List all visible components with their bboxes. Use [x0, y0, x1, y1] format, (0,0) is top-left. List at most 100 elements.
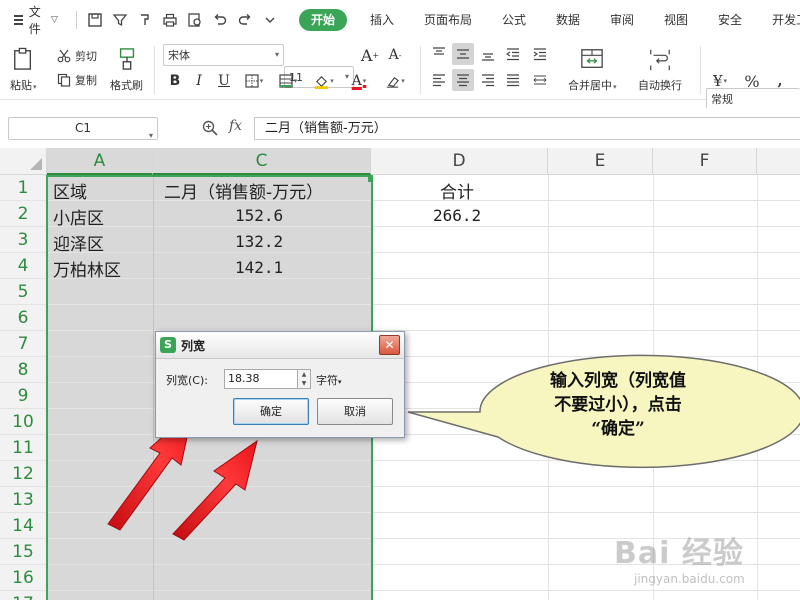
- column-width-input[interactable]: 18.38: [224, 369, 298, 389]
- row-header-16[interactable]: 16: [0, 565, 47, 591]
- tab-data[interactable]: 数据: [541, 9, 595, 31]
- currency-symbol: ¥: [712, 72, 723, 90]
- percent-button[interactable]: %: [740, 69, 764, 93]
- unit-select[interactable]: 字符▾: [316, 372, 342, 388]
- thousands-separator-icon[interactable]: ,: [768, 69, 792, 93]
- close-icon[interactable]: ✕: [379, 335, 400, 355]
- cell-d1[interactable]: 合计: [440, 178, 474, 203]
- spin-down-icon[interactable]: ▼: [298, 379, 310, 388]
- cell-c2[interactable]: 152.6: [235, 206, 283, 225]
- row-header-5[interactable]: 5: [0, 279, 47, 305]
- font-name-select[interactable]: 宋体 ▾: [163, 44, 284, 66]
- tab-developer[interactable]: 开发工具: [757, 9, 800, 31]
- column-header-f[interactable]: F: [653, 148, 757, 175]
- tab-home[interactable]: 开始: [298, 9, 347, 31]
- copy-button[interactable]: 复制: [57, 70, 97, 90]
- column-header-g[interactable]: [757, 148, 800, 175]
- row-header-1[interactable]: 1: [0, 175, 47, 201]
- cell-a1[interactable]: 区域: [53, 178, 87, 203]
- row-header-11[interactable]: 11: [0, 435, 47, 461]
- distributed-icon[interactable]: [529, 69, 551, 91]
- justify-icon[interactable]: [502, 69, 524, 91]
- column-header-d[interactable]: D: [371, 148, 548, 175]
- underline-button[interactable]: U: [212, 69, 236, 93]
- cell-c4[interactable]: 142.1: [235, 258, 283, 277]
- merge-center-button[interactable]: 合并居中▾: [568, 45, 617, 93]
- tab-formulas[interactable]: 公式: [487, 9, 541, 31]
- filter-icon[interactable]: [110, 10, 131, 31]
- tab-insert[interactable]: 插入: [355, 9, 409, 31]
- row-header-13[interactable]: 13: [0, 487, 47, 513]
- row-header-8[interactable]: 8: [0, 357, 47, 383]
- row-header-4[interactable]: 4: [0, 253, 47, 279]
- indent-decrease-icon[interactable]: [502, 43, 524, 65]
- paste-button[interactable]: 粘贴▾: [10, 45, 37, 93]
- zoom-icon[interactable]: [202, 120, 218, 136]
- cell-d2[interactable]: 266.2: [433, 206, 481, 225]
- cancel-button[interactable]: 取消: [317, 398, 393, 425]
- tab-review[interactable]: 审阅: [595, 9, 649, 31]
- align-center-icon[interactable]: [452, 69, 474, 91]
- font-color-icon[interactable]: A ▾: [347, 69, 371, 93]
- fx-icon[interactable]: fx: [229, 118, 242, 134]
- column-header-c[interactable]: C: [153, 148, 371, 175]
- row-header-3[interactable]: 3: [0, 227, 47, 253]
- align-top-icon[interactable]: [428, 43, 450, 65]
- column-width-spinner[interactable]: ▲ ▼: [297, 369, 311, 389]
- undo-icon[interactable]: [210, 10, 231, 31]
- tab-security[interactable]: 安全: [703, 9, 757, 31]
- tab-view[interactable]: 视图: [649, 9, 703, 31]
- row-header-9[interactable]: 9: [0, 383, 47, 409]
- fill-pattern-icon[interactable]: ▾: [276, 69, 300, 93]
- more-dropdown-icon[interactable]: [260, 10, 281, 31]
- paste-icon: [10, 45, 36, 73]
- fill-color-icon[interactable]: ▾: [312, 69, 336, 93]
- select-all-corner[interactable]: [0, 148, 47, 175]
- row-header-6[interactable]: 6: [0, 305, 47, 331]
- print-icon[interactable]: [160, 10, 181, 31]
- format-painter-button[interactable]: 格式刷: [110, 45, 143, 93]
- dialog-title-bar[interactable]: S 列宽 ✕: [156, 332, 404, 359]
- italic-button[interactable]: I: [187, 69, 211, 93]
- file-menu[interactable]: 文件 ▽: [14, 5, 58, 36]
- row-header-14[interactable]: 14: [0, 513, 47, 539]
- cell-a4[interactable]: 万柏林区: [53, 256, 121, 281]
- row-header-7[interactable]: 7: [0, 331, 47, 357]
- row-header-10[interactable]: 10: [0, 409, 47, 435]
- align-left-icon[interactable]: [428, 69, 450, 91]
- row-header-15[interactable]: 15: [0, 539, 47, 565]
- decrease-font-icon[interactable]: A-: [383, 43, 407, 67]
- border-icon[interactable]: ▾: [242, 69, 266, 93]
- grid-line: [47, 200, 800, 201]
- redo-icon[interactable]: [235, 10, 256, 31]
- format-painter-small-icon[interactable]: [135, 10, 156, 31]
- row-header-2[interactable]: 2: [0, 201, 47, 227]
- cell-a3[interactable]: 迎泽区: [53, 230, 104, 255]
- print-preview-icon[interactable]: [185, 10, 206, 31]
- cell-c1[interactable]: 二月（销售额-万元）: [164, 178, 323, 203]
- cut-button[interactable]: 剪切: [57, 46, 97, 66]
- align-bottom-icon[interactable]: [477, 43, 499, 65]
- row-header-17[interactable]: 17: [0, 591, 47, 600]
- wrap-text-button[interactable]: 自动换行: [638, 45, 682, 93]
- indent-increase-icon[interactable]: [529, 43, 551, 65]
- increase-font-icon[interactable]: A +: [358, 43, 382, 67]
- name-box[interactable]: C1 ▾: [8, 117, 158, 140]
- align-middle-icon[interactable]: [452, 43, 474, 65]
- tab-page-layout[interactable]: 页面布局: [409, 9, 487, 31]
- separator: [75, 11, 77, 29]
- align-right-icon[interactable]: [477, 69, 499, 91]
- spin-up-icon[interactable]: ▲: [298, 370, 310, 379]
- formula-input[interactable]: 二月（销售额-万元）: [254, 117, 800, 140]
- cell-a2[interactable]: 小店区: [53, 204, 104, 229]
- ok-button[interactable]: 确定: [233, 398, 309, 425]
- fill-handle[interactable]: [368, 177, 373, 182]
- column-header-e[interactable]: E: [548, 148, 653, 175]
- row-header-12[interactable]: 12: [0, 461, 47, 487]
- currency-icon[interactable]: ¥ ▾: [708, 69, 732, 93]
- column-header-a[interactable]: A: [47, 148, 153, 175]
- cell-c3[interactable]: 132.2: [235, 232, 283, 251]
- clear-format-icon[interactable]: ▾: [383, 69, 407, 93]
- save-icon[interactable]: [85, 10, 106, 31]
- bold-button[interactable]: B: [163, 69, 187, 93]
